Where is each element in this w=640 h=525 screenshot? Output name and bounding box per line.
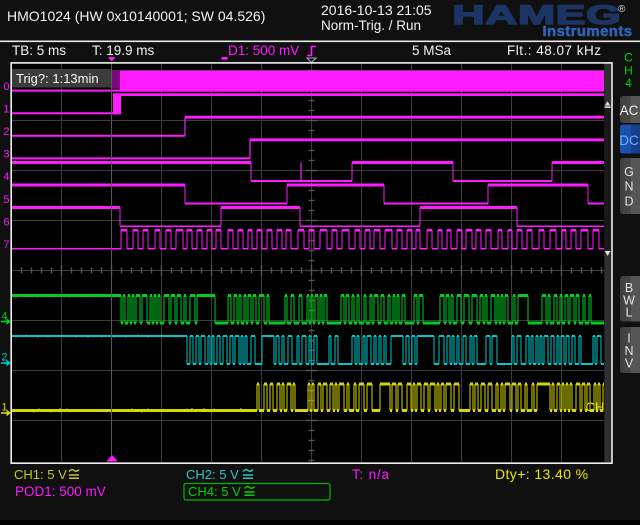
svg-text:2: 2 xyxy=(3,126,9,138)
svg-text:1: 1 xyxy=(3,103,9,115)
svg-text:T: 19.9 ms: T: 19.9 ms xyxy=(92,43,155,58)
svg-text:0: 0 xyxy=(3,81,9,93)
svg-text:POD1: 500 mV: POD1: 500 mV xyxy=(15,484,106,499)
svg-text:Trig?: 1:13min: Trig?: 1:13min xyxy=(16,71,99,86)
svg-text:CH4: 5 V: CH4: 5 V xyxy=(188,484,241,499)
svg-text:G: G xyxy=(624,165,634,179)
svg-text:Flt.: 48.07 kHz: Flt.: 48.07 kHz xyxy=(507,43,602,58)
svg-text:D: D xyxy=(624,195,633,209)
svg-text:AC: AC xyxy=(620,103,639,118)
svg-text:N: N xyxy=(624,180,633,194)
svg-text:CH1: 5 V: CH1: 5 V xyxy=(14,467,67,482)
svg-text:3: 3 xyxy=(3,149,9,161)
svg-text:Dty+: 13.40 %: Dty+: 13.40 % xyxy=(495,466,589,482)
svg-text:2016-10-13 21:05: 2016-10-13 21:05 xyxy=(321,2,432,18)
svg-text:4: 4 xyxy=(3,171,9,183)
svg-text:TB: 5 ms: TB: 5 ms xyxy=(12,43,66,58)
svg-text:Instruments: Instruments xyxy=(543,24,633,40)
svg-text:®: ® xyxy=(618,4,626,15)
svg-text:CH: CH xyxy=(586,400,605,415)
svg-text:4: 4 xyxy=(625,76,632,90)
svg-text:D1: 500 mV: D1: 500 mV xyxy=(228,43,299,58)
svg-text:Norm-Trig. / Run: Norm-Trig. / Run xyxy=(321,18,421,33)
svg-text:L: L xyxy=(626,306,633,320)
svg-text:C: C xyxy=(624,51,633,65)
svg-text:CH2: 5 V: CH2: 5 V xyxy=(186,467,239,482)
svg-text:6: 6 xyxy=(3,216,9,228)
svg-text:DC: DC xyxy=(619,133,639,148)
svg-text:T: n/a: T: n/a xyxy=(352,467,390,482)
svg-text:5: 5 xyxy=(3,194,9,206)
svg-text:V: V xyxy=(625,357,634,371)
svg-text:7: 7 xyxy=(3,239,9,251)
svg-text:5 MSa: 5 MSa xyxy=(412,43,452,58)
svg-text:HMO1024 (HW 0x10140001; SW 04.: HMO1024 (HW 0x10140001; SW 04.526) xyxy=(7,8,265,24)
